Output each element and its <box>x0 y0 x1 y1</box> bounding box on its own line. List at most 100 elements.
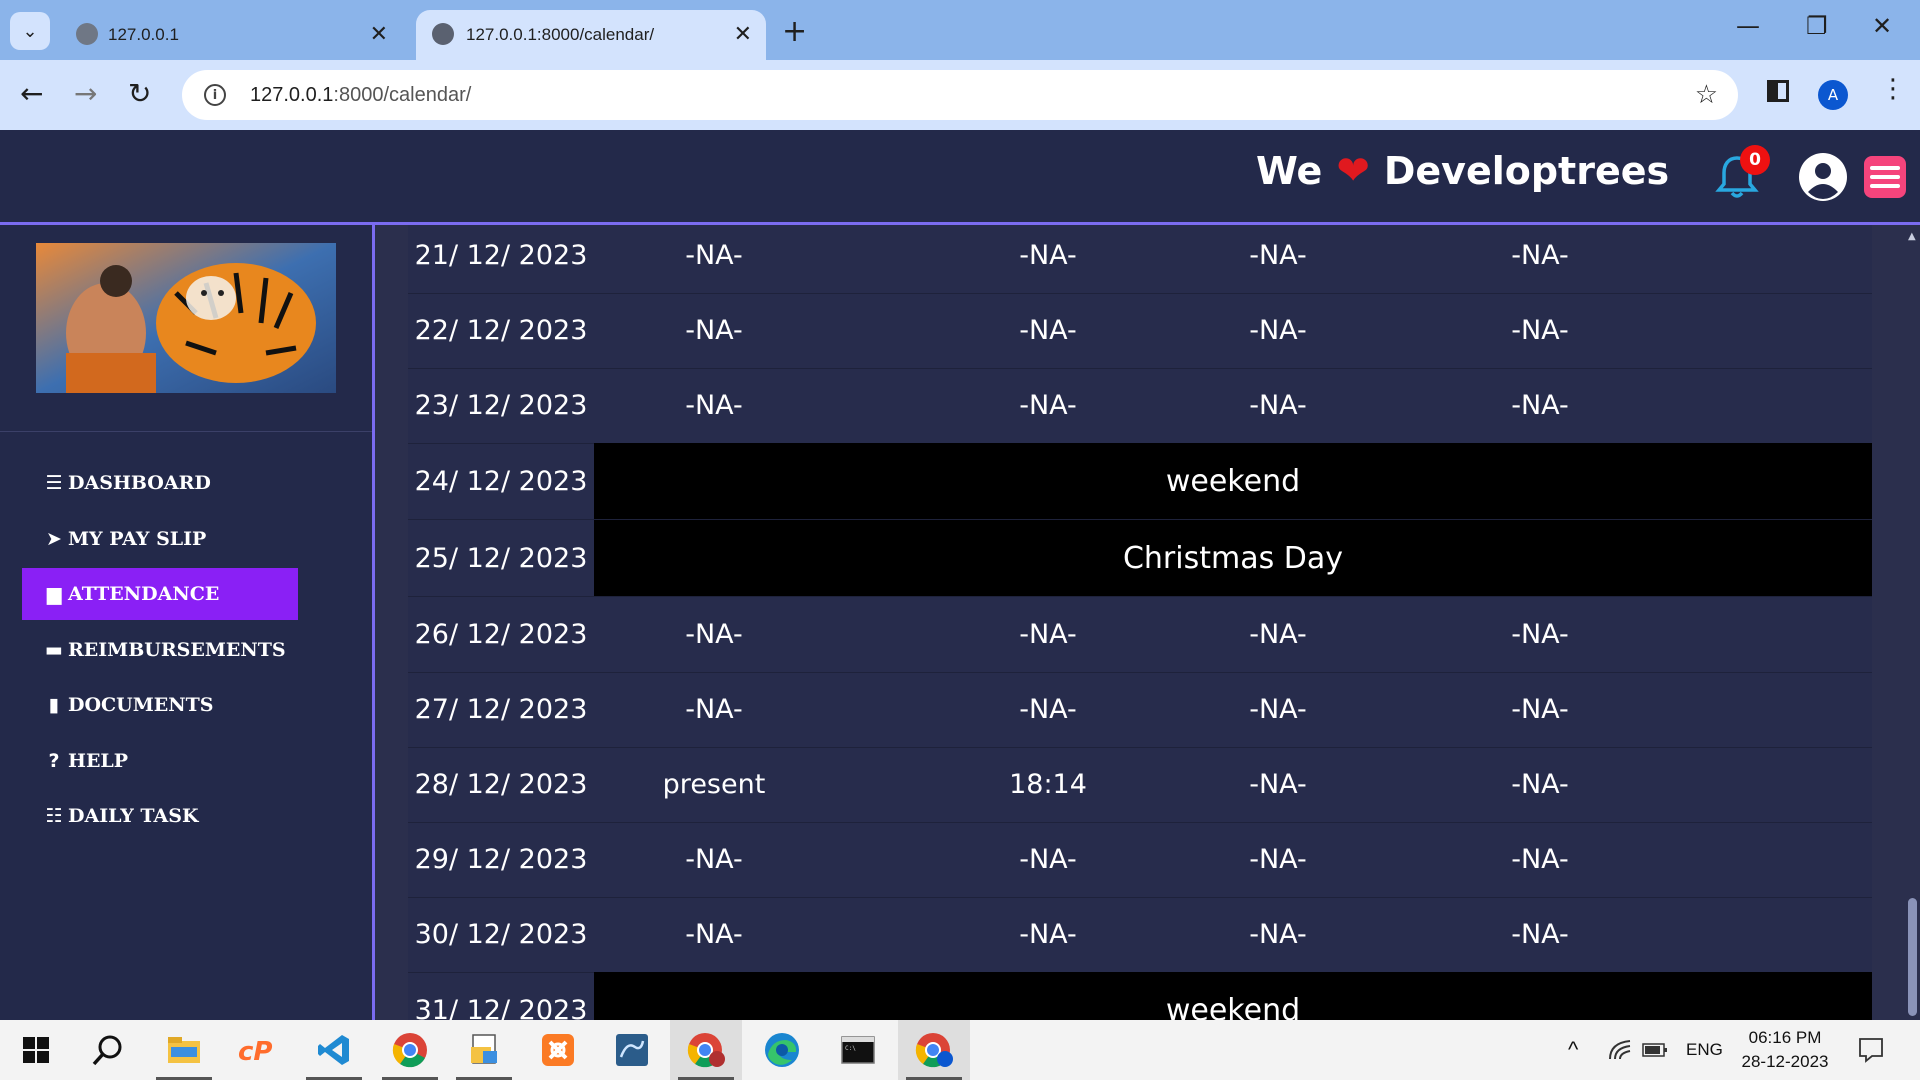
time-in-cell: -NA- <box>1019 919 1077 950</box>
address-bar[interactable]: i 127.0.0.1:8000/calendar/ ☆ <box>182 70 1738 120</box>
attendance-table: 21/ 12/ 2023 -NA- -NA- -NA- -NA- 22/ 12/… <box>408 225 1872 1020</box>
browser-menu-icon[interactable]: ⋮ <box>1880 74 1906 104</box>
menu-toggle-button[interactable] <box>1864 156 1906 198</box>
hours-cell: -NA- <box>1511 694 1569 725</box>
status-cell: -NA- <box>685 315 743 346</box>
time-out-cell: -NA- <box>1249 769 1307 800</box>
wifi-icon[interactable] <box>1608 1020 1632 1080</box>
url-path: :8000/calendar/ <box>333 83 472 106</box>
status-cell: -NA- <box>685 240 743 271</box>
date-cell: 23/ 12/ 2023 <box>414 390 588 421</box>
sidebar-item-dashboard[interactable]: ☰ DASHBOARD <box>22 457 298 509</box>
sidebar-item-attendance[interactable]: ▆ ATTENDANCE <box>22 568 298 620</box>
notification-center-icon[interactable] <box>1858 1020 1884 1080</box>
time-out-cell: -NA- <box>1249 240 1307 271</box>
table-row-holiday: 24/ 12/ 2023 weekend <box>408 443 1872 520</box>
bookmark-star-icon[interactable]: ☆ <box>1695 80 1718 110</box>
date-cell: 22/ 12/ 2023 <box>414 315 588 346</box>
file-explorer-icon[interactable] <box>148 1020 220 1080</box>
svg-text:C:\: C:\ <box>845 1045 856 1052</box>
date-cell: 27/ 12/ 2023 <box>414 694 588 725</box>
chrome-icon[interactable] <box>374 1020 446 1080</box>
side-panel-icon[interactable] <box>1767 80 1789 102</box>
cpanel-icon[interactable]: cP <box>222 1020 294 1080</box>
restore-icon[interactable]: ❐ <box>1806 12 1828 40</box>
system-clock[interactable]: 06:16 PM 28-12-2023 <box>1730 1026 1840 1074</box>
time-in-cell: 18:14 <box>1009 769 1087 800</box>
chrome-profile-icon[interactable] <box>670 1020 742 1080</box>
table-row: 29/ 12/ 2023 -NA- -NA- -NA- -NA- <box>408 822 1872 898</box>
hamburger-line <box>1870 175 1900 179</box>
back-icon[interactable]: ← <box>20 77 43 110</box>
new-tab-button[interactable]: + <box>782 14 807 49</box>
sidebar-divider <box>0 431 372 432</box>
browser-tab-active[interactable]: 127.0.0.1:8000/calendar/ ✕ <box>416 10 766 60</box>
tab-close-icon[interactable]: ✕ <box>734 21 752 47</box>
tab-search-dropdown-icon[interactable]: ⌄ <box>10 12 50 50</box>
time-in-cell: -NA- <box>1019 390 1077 421</box>
file-icon: ▮ <box>48 694 60 716</box>
date-cell: 30/ 12/ 2023 <box>414 919 588 950</box>
battery-icon[interactable] <box>1642 1020 1668 1080</box>
user-avatar-icon[interactable] <box>1798 152 1848 202</box>
sidebar-item-help[interactable]: ? HELP <box>22 735 298 787</box>
sidebar-item-label: HELP <box>68 750 129 772</box>
scroll-up-icon[interactable]: ▲ <box>1908 231 1916 242</box>
globe-icon <box>76 23 98 45</box>
window-close-icon[interactable]: ✕ <box>1872 12 1892 40</box>
reload-icon[interactable]: ↻ <box>128 77 151 110</box>
minimize-icon[interactable]: — <box>1736 12 1760 40</box>
file-manager-icon[interactable] <box>448 1020 520 1080</box>
brand-we: We <box>1256 149 1323 193</box>
bars-icon: ☰ <box>45 472 63 494</box>
vscode-icon[interactable] <box>298 1020 370 1080</box>
hours-cell: -NA- <box>1511 390 1569 421</box>
status-cell: -NA- <box>685 619 743 650</box>
mysql-workbench-icon[interactable] <box>596 1020 668 1080</box>
globe-icon <box>432 23 454 45</box>
notification-badge: 0 <box>1740 145 1770 175</box>
time-out-cell: -NA- <box>1249 919 1307 950</box>
holiday-cell: Christmas Day <box>594 520 1872 596</box>
table-row-holiday: 25/ 12/ 2023 Christmas Day <box>408 520 1872 597</box>
time-out-cell: -NA- <box>1249 694 1307 725</box>
scrollbar-thumb[interactable] <box>1908 898 1917 1016</box>
start-icon[interactable] <box>0 1020 72 1080</box>
time-out-cell: -NA- <box>1249 844 1307 875</box>
sidebar-item-label: DAILY TASK <box>68 805 199 827</box>
hours-cell: -NA- <box>1511 919 1569 950</box>
sidebar-item-reimbursements[interactable]: ▬ REIMBURSEMENTS <box>22 624 298 676</box>
language-indicator[interactable]: ENG <box>1686 1020 1723 1080</box>
time-out-cell: -NA- <box>1249 315 1307 346</box>
status-cell: present <box>662 769 766 800</box>
terminal-icon[interactable]: C:\ <box>822 1020 894 1080</box>
search-icon[interactable] <box>72 1020 144 1080</box>
profile-avatar[interactable]: A <box>1818 80 1848 110</box>
time-out-cell: -NA- <box>1249 390 1307 421</box>
xampp-icon[interactable] <box>522 1020 594 1080</box>
status-cell: -NA- <box>685 694 743 725</box>
chrome-active-icon[interactable] <box>898 1020 970 1080</box>
edge-icon[interactable] <box>746 1020 818 1080</box>
clock-time: 06:16 PM <box>1748 1028 1822 1047</box>
forward-icon[interactable]: → <box>74 77 97 110</box>
tab-close-icon[interactable]: ✕ <box>370 21 388 47</box>
sidebar-item-my-pay-slip[interactable]: ➤ MY PAY SLIP <box>22 513 298 565</box>
sidebar-item-label: REIMBURSEMENTS <box>68 639 286 661</box>
show-hidden-icons-icon[interactable]: ^ <box>1568 1020 1578 1080</box>
hours-cell: -NA- <box>1511 619 1569 650</box>
credit-card-icon: ▬ <box>45 639 63 661</box>
holiday-cell: weekend <box>594 443 1872 519</box>
svg-text:cP: cP <box>238 1037 272 1065</box>
hours-cell: -NA- <box>1511 844 1569 875</box>
sidebar-item-daily-task[interactable]: ☷ DAILY TASK <box>22 790 298 842</box>
table-row: 28/ 12/ 2023 present 18:14 -NA- -NA- <box>408 747 1872 823</box>
main-content: 21/ 12/ 2023 -NA- -NA- -NA- -NA- 22/ 12/… <box>375 225 1920 1020</box>
site-info-icon[interactable]: i <box>204 84 226 106</box>
page-scrollbar[interactable]: ▲ <box>1905 225 1920 1020</box>
browser-tab-inactive[interactable]: 127.0.0.1 ✕ <box>62 10 402 60</box>
hours-cell: -NA- <box>1511 240 1569 271</box>
url-text[interactable]: 127.0.0.1:8000/calendar/ <box>250 84 471 107</box>
time-in-cell: -NA- <box>1019 844 1077 875</box>
sidebar-item-documents[interactable]: ▮ DOCUMENTS <box>22 679 298 731</box>
